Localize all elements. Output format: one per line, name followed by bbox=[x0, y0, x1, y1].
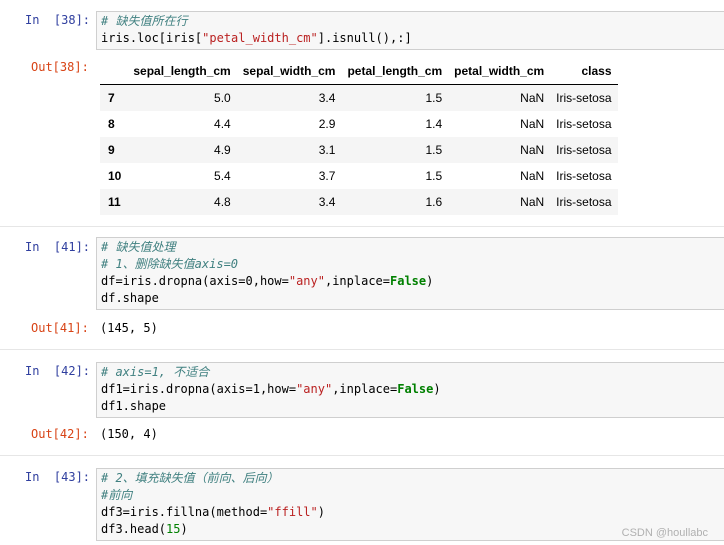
table-cell: 5.4 bbox=[214, 169, 231, 183]
table-cell: 3.4 bbox=[318, 91, 336, 105]
out-prompt-38: Out[38]: bbox=[31, 60, 89, 74]
code-token: "any" bbox=[296, 382, 333, 396]
table-cell: 1.5 bbox=[425, 169, 443, 183]
code-token: False bbox=[397, 382, 434, 396]
code-token: ) bbox=[317, 505, 325, 519]
table-row: 8 4.4 2.9 1.4 NaN Iris-setosa bbox=[100, 111, 618, 137]
cell-divider bbox=[0, 226, 724, 227]
code-token: ) bbox=[426, 274, 434, 288]
column-header: sepal_width_cm bbox=[236, 58, 342, 85]
code-line: # 缺失值所在行 bbox=[101, 13, 724, 30]
code-token: #前向 bbox=[101, 488, 133, 502]
code-cell-42[interactable]: # axis=1, 不适合 df1=iris.dropna(axis=1,how=… bbox=[96, 362, 724, 418]
table-cell: Iris-setosa bbox=[556, 169, 612, 183]
code-token: 15 bbox=[166, 522, 181, 536]
code-token: "petal_width_cm" bbox=[202, 31, 318, 45]
column-header: petal_width_cm bbox=[448, 58, 551, 85]
column-header: petal_length_cm bbox=[341, 58, 449, 85]
code-token: df1=iris.dropna(axis=1,how= bbox=[101, 382, 297, 396]
table-cell: NaN bbox=[520, 169, 545, 183]
code-token: ].isnull(),:] bbox=[317, 31, 412, 45]
table-cell: Iris-setosa bbox=[556, 91, 612, 105]
code-token: # 2、填充缺失值（前向、后向） bbox=[101, 471, 279, 485]
code-line: df1.shape bbox=[101, 398, 724, 415]
column-header: class bbox=[550, 58, 618, 85]
table-cell: 3.1 bbox=[318, 143, 336, 157]
table-cell: Iris-setosa bbox=[556, 143, 612, 157]
code-line: # axis=1, 不适合 bbox=[101, 364, 724, 381]
code-token: df=iris.dropna(axis=0,how= bbox=[101, 274, 289, 288]
code-token: df1.shape bbox=[101, 399, 167, 413]
code-token: False bbox=[390, 274, 427, 288]
code-line: iris.loc[iris["petal_width_cm"].isnull()… bbox=[101, 30, 724, 47]
code-token: # 1、删除缺失值axis=0 bbox=[101, 257, 239, 271]
code-cell-41[interactable]: # 缺失值处理 # 1、删除缺失值axis=0 df=iris.dropna(axi… bbox=[96, 237, 724, 310]
table-cell: 1.4 bbox=[425, 117, 443, 131]
in-prompt-42: In [42]: bbox=[25, 364, 91, 378]
code-line: # 1、删除缺失值axis=0 bbox=[101, 256, 724, 273]
code-line: #前向 bbox=[101, 487, 724, 504]
cell-divider bbox=[0, 349, 724, 350]
code-line: df3=iris.fillna(method="ffill") bbox=[101, 504, 724, 521]
row-index: 10 bbox=[108, 169, 122, 183]
cell-divider bbox=[0, 455, 724, 456]
dataframe-output: sepal_length_cm sepal_width_cm petal_len… bbox=[100, 58, 618, 215]
code-token: ) bbox=[180, 522, 188, 536]
out-prompt-42: Out[42]: bbox=[31, 427, 89, 441]
table-cell: 1.5 bbox=[425, 143, 443, 157]
code-line: # 2、填充缺失值（前向、后向） bbox=[101, 470, 724, 487]
in-prompt-43: In [43]: bbox=[25, 470, 91, 484]
table-row: 9 4.9 3.1 1.5 NaN Iris-setosa bbox=[100, 137, 618, 163]
index-header bbox=[100, 58, 128, 85]
table-cell: NaN bbox=[520, 117, 545, 131]
code-line: df=iris.dropna(axis=0,how="any",inplace=… bbox=[101, 273, 724, 290]
code-token: ,inplace= bbox=[332, 382, 398, 396]
watermark: CSDN @houllabc bbox=[621, 527, 708, 539]
table-cell: NaN bbox=[520, 91, 545, 105]
table-cell: 3.7 bbox=[318, 169, 336, 183]
table-cell: NaN bbox=[520, 195, 545, 209]
in-prompt-41: In [41]: bbox=[25, 240, 91, 254]
table-cell: 1.5 bbox=[425, 91, 443, 105]
column-header: sepal_length_cm bbox=[127, 58, 237, 85]
output-text-42: (150, 4) bbox=[100, 427, 158, 441]
in-prompt-38: In [38]: bbox=[25, 13, 91, 27]
code-token: # axis=1, 不适合 bbox=[101, 365, 210, 379]
table-cell: 2.9 bbox=[318, 117, 336, 131]
table-header-row: sepal_length_cm sepal_width_cm petal_len… bbox=[100, 58, 618, 85]
code-token: # 缺失值处理 bbox=[101, 240, 176, 254]
table-cell: Iris-setosa bbox=[556, 195, 612, 209]
table-cell: 4.9 bbox=[214, 143, 231, 157]
table-row: 10 5.4 3.7 1.5 NaN Iris-setosa bbox=[100, 163, 618, 189]
row-index: 7 bbox=[108, 91, 115, 105]
row-index: 9 bbox=[108, 143, 115, 157]
code-token: "ffill" bbox=[267, 505, 318, 519]
out-prompt-41: Out[41]: bbox=[31, 321, 89, 335]
code-token: "any" bbox=[288, 274, 325, 288]
code-token: df3=iris.fillna(method= bbox=[101, 505, 268, 519]
code-token: df.shape bbox=[101, 291, 159, 305]
output-text-41: (145, 5) bbox=[100, 321, 158, 335]
code-token: df3.head( bbox=[101, 522, 167, 536]
table-row: 11 4.8 3.4 1.6 NaN Iris-setosa bbox=[100, 189, 618, 215]
table-cell: 1.6 bbox=[425, 195, 443, 209]
table-cell: 4.8 bbox=[214, 195, 231, 209]
code-line: # 缺失值处理 bbox=[101, 239, 724, 256]
row-index: 11 bbox=[108, 195, 121, 209]
row-index: 8 bbox=[108, 117, 115, 131]
code-line: df1=iris.dropna(axis=1,how="any",inplace… bbox=[101, 381, 724, 398]
table-cell: 4.4 bbox=[214, 117, 231, 131]
table-cell: Iris-setosa bbox=[556, 117, 612, 131]
code-token: # 缺失值所在行 bbox=[101, 14, 188, 28]
code-cell-38[interactable]: # 缺失值所在行 iris.loc[iris["petal_width_cm"].… bbox=[96, 11, 724, 50]
code-token: ) bbox=[433, 382, 441, 396]
code-token: iris.loc[iris[ bbox=[101, 31, 203, 45]
table-row: 7 5.0 3.4 1.5 NaN Iris-setosa bbox=[100, 84, 618, 111]
code-line: df.shape bbox=[101, 290, 724, 307]
code-token: ,inplace= bbox=[324, 274, 390, 288]
table-cell: NaN bbox=[520, 143, 545, 157]
table-cell: 5.0 bbox=[214, 91, 231, 105]
table-cell: 3.4 bbox=[318, 195, 336, 209]
